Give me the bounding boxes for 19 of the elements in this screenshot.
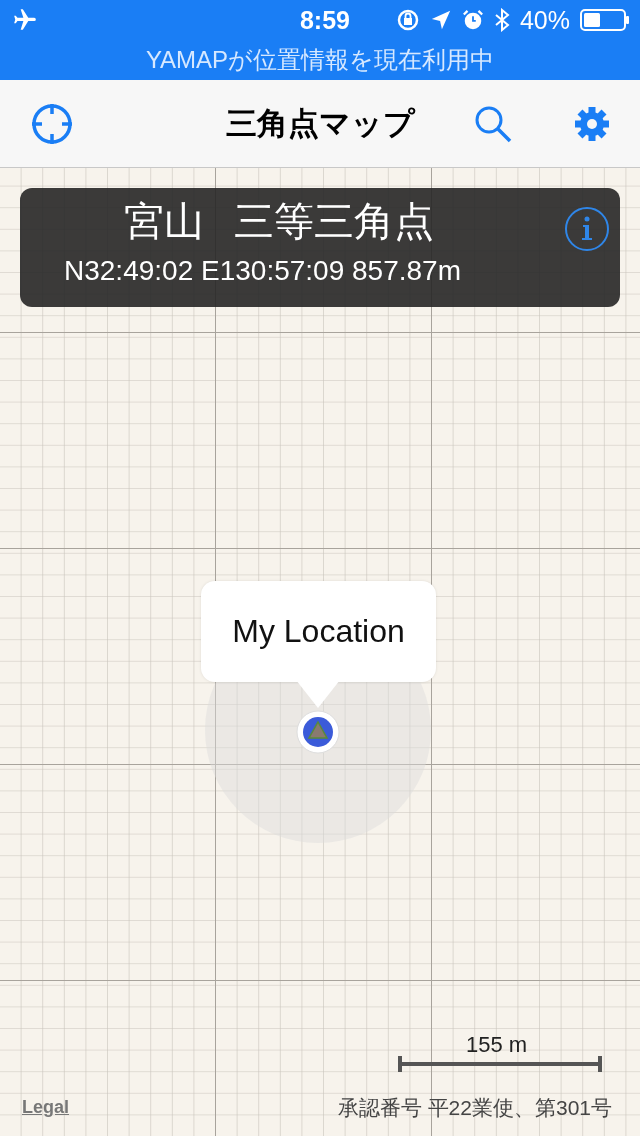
- nav-title: 三角点マップ: [225, 105, 415, 141]
- legal-link[interactable]: Legal: [22, 1097, 69, 1118]
- search-button[interactable]: [474, 104, 512, 143]
- battery-percent: 40%: [519, 5, 570, 35]
- point-grade: 三等三角点: [234, 198, 434, 245]
- battery-icon: [580, 9, 630, 31]
- location-marker-icon[interactable]: [296, 710, 340, 754]
- settings-button[interactable]: [574, 105, 610, 142]
- point-coordinates: N32:49:02 E130:57:09 857.87m: [64, 255, 461, 287]
- orientation-lock-icon: [395, 8, 420, 32]
- info-button[interactable]: [564, 206, 610, 252]
- point-name: 宮山: [124, 198, 204, 245]
- scale-label: 155 m: [466, 1032, 528, 1058]
- attribution-text: 承認番号 平22業使、第301号: [337, 1095, 612, 1121]
- crosshair-button[interactable]: [30, 101, 74, 146]
- callout-label: My Location: [232, 613, 405, 650]
- bluetooth-icon: [493, 8, 510, 32]
- status-time: 8:59: [299, 5, 350, 35]
- alarm-icon: [461, 9, 484, 31]
